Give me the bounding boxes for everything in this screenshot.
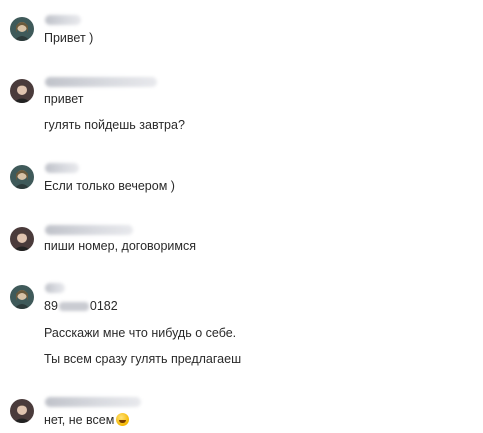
message-text: гулять пойдешь завтра? <box>44 118 185 132</box>
avatar[interactable] <box>10 285 34 309</box>
avatar[interactable] <box>10 17 34 41</box>
avatar[interactable] <box>10 165 34 189</box>
author-name-blurred[interactable] <box>45 397 141 407</box>
avatar[interactable] <box>10 227 34 251</box>
author-name-blurred[interactable] <box>45 15 81 25</box>
message-text: Расскажи мне что нибудь о себе. <box>44 326 237 340</box>
grinning-face-icon <box>116 413 130 426</box>
phone-number-start: 89 <box>44 299 58 313</box>
message-text: привет <box>44 92 84 106</box>
phone-number-redacted <box>58 302 89 312</box>
phone-number-message: 89 0182 <box>44 299 118 314</box>
avatar[interactable] <box>10 79 34 103</box>
author-name-blurred[interactable] <box>45 77 157 87</box>
message-text: Если только вечером ) <box>44 179 175 193</box>
message-text: нет, не всем <box>44 413 130 428</box>
phone-number-end: 0182 <box>89 299 118 313</box>
author-name-blurred[interactable] <box>45 163 79 173</box>
author-name-blurred[interactable] <box>45 283 65 293</box>
message-text-content: нет, не всем <box>44 413 115 427</box>
message-text: Ты всем сразу гулять предлагаеш <box>44 352 242 366</box>
author-name-blurred[interactable] <box>45 225 133 235</box>
message-text: Привет ) <box>44 31 94 45</box>
message-text: пиши номер, договоримся <box>44 239 197 253</box>
avatar[interactable] <box>10 399 34 423</box>
